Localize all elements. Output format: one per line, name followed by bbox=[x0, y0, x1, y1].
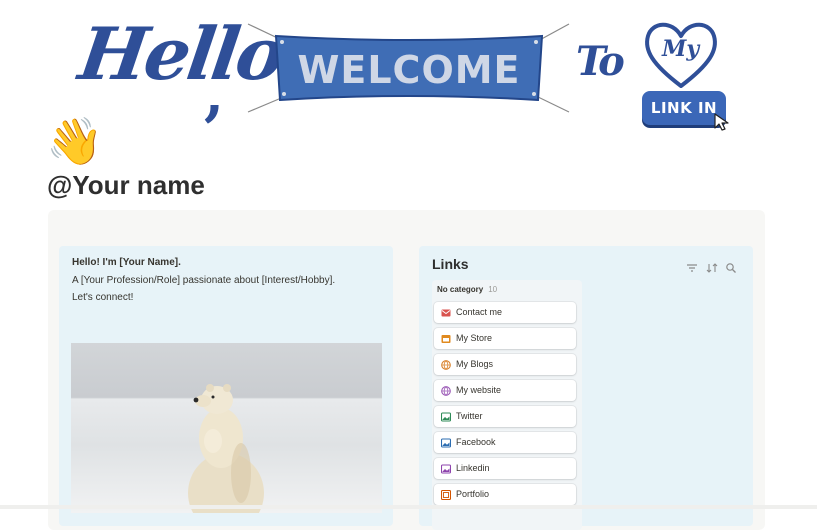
to-lettering: To bbox=[576, 38, 625, 85]
sort-icon[interactable] bbox=[706, 262, 718, 274]
card-label: My Blogs bbox=[456, 359, 494, 369]
bio-cta[interactable]: Let's connect! bbox=[72, 292, 133, 303]
card-label: Contact me bbox=[456, 307, 503, 317]
bottom-edge bbox=[0, 505, 817, 509]
welcome-text: WELCOME bbox=[297, 48, 521, 92]
polar-bear-photo[interactable] bbox=[71, 343, 382, 513]
bio-column: Hello! I'm [Your Name]. A [Your Professi… bbox=[59, 246, 393, 526]
card-label: My website bbox=[456, 385, 502, 395]
link-card-my-website[interactable]: My website bbox=[434, 380, 576, 401]
header-banner: Hello , WELCOME To My LINK IN BIO bbox=[0, 0, 817, 151]
image-icon bbox=[441, 412, 451, 422]
card-label: Linkedin bbox=[456, 463, 490, 473]
globe-icon bbox=[441, 386, 451, 396]
image-icon bbox=[441, 464, 451, 474]
envelope-icon bbox=[441, 309, 451, 317]
link-card-facebook[interactable]: Facebook bbox=[434, 432, 576, 453]
group-name: No category bbox=[437, 285, 484, 294]
search-icon[interactable] bbox=[725, 262, 737, 274]
polar-bear-image bbox=[188, 384, 264, 513]
store-icon bbox=[441, 335, 451, 343]
card-label: Twitter bbox=[456, 411, 483, 421]
link-card-my-blogs[interactable]: My Blogs bbox=[434, 354, 576, 375]
filter-icon[interactable] bbox=[686, 262, 698, 274]
frame-icon bbox=[441, 490, 451, 500]
link-card-portfolio[interactable]: Portfolio bbox=[434, 484, 576, 505]
card-label: My Store bbox=[456, 333, 493, 343]
card-label: Facebook bbox=[456, 437, 496, 447]
welcome-banner: WELCOME bbox=[246, 20, 571, 116]
links-title[interactable]: Links bbox=[432, 256, 469, 272]
links-column: Links No category 10 Contact me My Store… bbox=[419, 246, 753, 530]
group-header[interactable]: No category 10 bbox=[437, 285, 497, 294]
image-icon bbox=[441, 438, 451, 448]
view-toolbar bbox=[683, 259, 737, 277]
cursor-icon bbox=[714, 113, 729, 131]
board-group-no-category: No category 10 Contact me My Store My Blo… bbox=[432, 280, 582, 530]
bio-profession[interactable]: A [Your Profession/Role] passionate abou… bbox=[72, 275, 335, 286]
link-card-linkedin[interactable]: Linkedin bbox=[434, 458, 576, 479]
hello-comma: , bbox=[204, 60, 225, 128]
heart-text: My bbox=[662, 36, 700, 62]
link-card-twitter[interactable]: Twitter bbox=[434, 406, 576, 427]
bio-greeting[interactable]: Hello! I'm [Your Name]. bbox=[72, 257, 181, 268]
card-label: Portfolio bbox=[456, 489, 490, 499]
page-title[interactable]: @Your name bbox=[47, 170, 205, 201]
group-count: 10 bbox=[488, 285, 498, 294]
link-card-my-store[interactable]: My Store bbox=[434, 328, 576, 349]
globe-icon bbox=[441, 360, 451, 370]
link-card-contact-me[interactable]: Contact me bbox=[434, 302, 576, 323]
waving-hand-icon[interactable]: 👋 bbox=[46, 118, 103, 164]
